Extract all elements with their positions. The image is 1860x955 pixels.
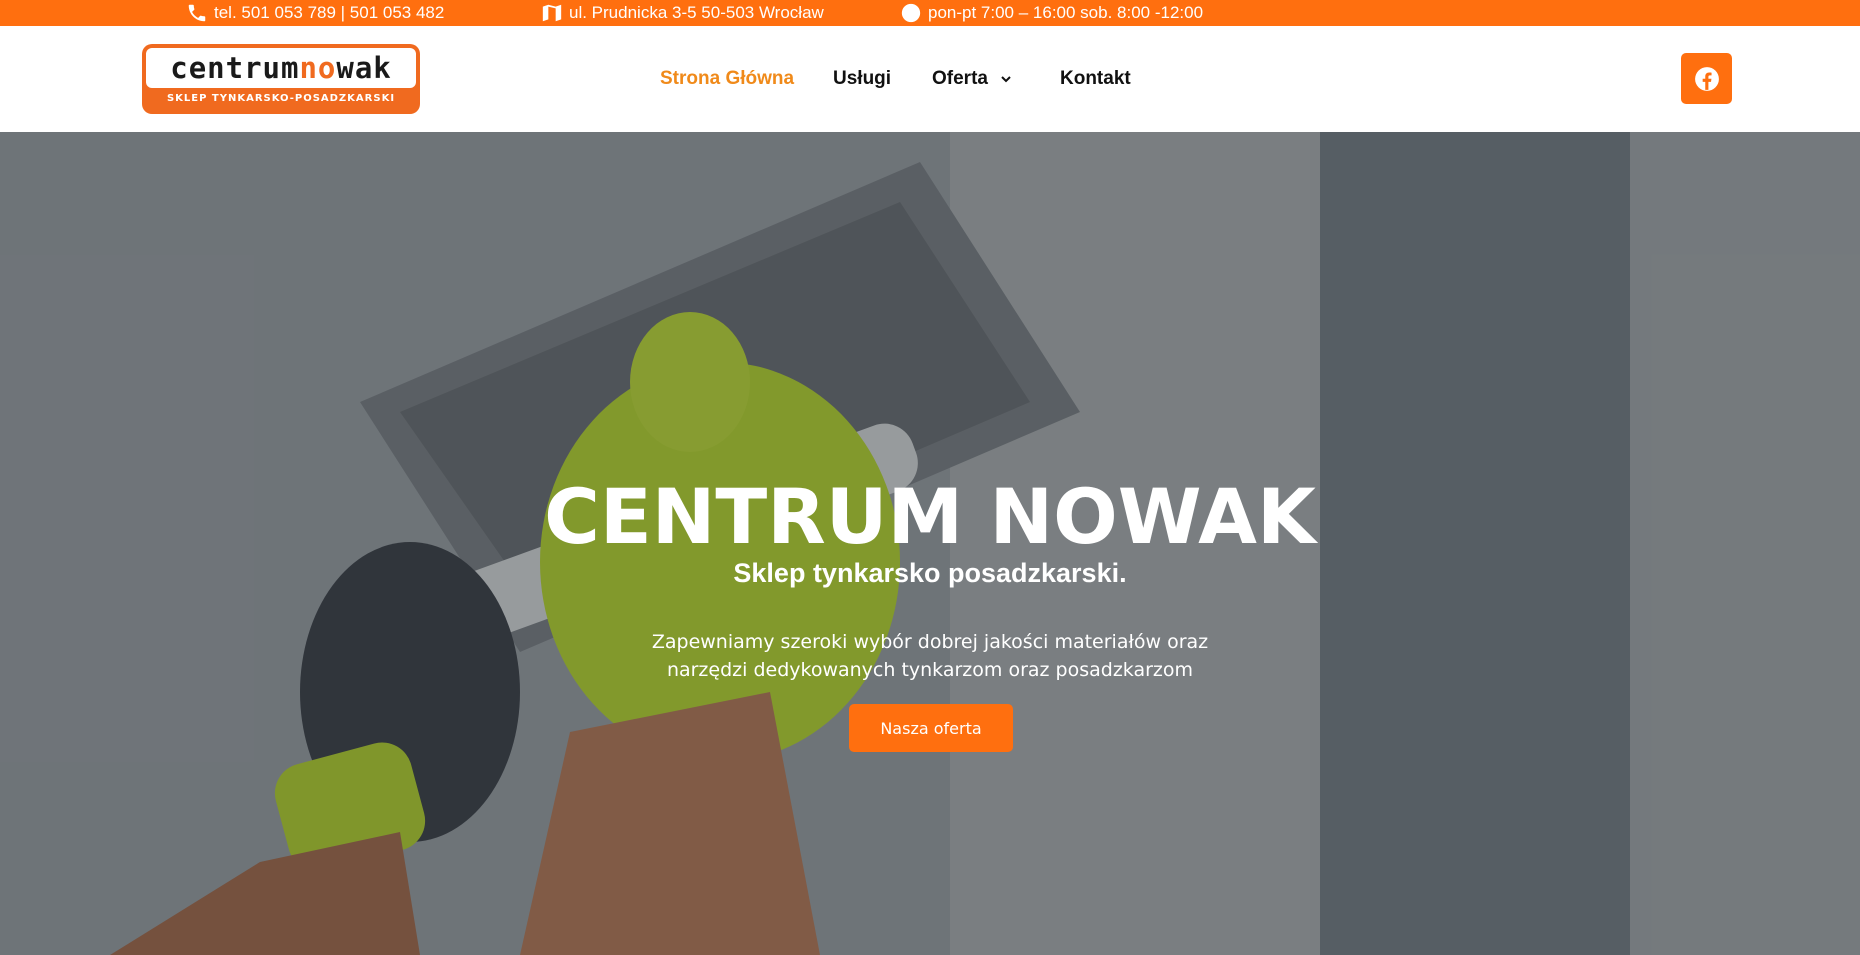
nav-oferta[interactable]: Oferta [932, 68, 1012, 90]
map-icon [542, 4, 562, 22]
nav-home[interactable]: Strona Główna [660, 68, 794, 90]
nav-kontakt[interactable]: Kontakt [1060, 68, 1131, 90]
phone-info[interactable]: tel. 501 053 789 | 501 053 482 [186, 2, 444, 24]
hours-info: pon-pt 7:00 – 16:00 sob. 8:00 -12:00 [900, 2, 1203, 24]
phone-text: tel. 501 053 789 | 501 053 482 [214, 3, 445, 22]
site-header: centrum no wak SKLEP TYNKARSKO-POSADZKARS… [0, 26, 1860, 132]
main-nav: Strona Główna Usługi Oferta Kontakt [0, 68, 1860, 98]
nav-oferta-label: Oferta [932, 68, 988, 89]
hero-section: CENTRUM NOWAK Sklep tynkarsko posadzkars… [0, 132, 1860, 955]
hero-description: Zapewniamy szeroki wybór dobrej jakości … [651, 631, 1209, 681]
chevron-down-icon [1001, 76, 1011, 83]
top-info-bar: tel. 501 053 789 | 501 053 482 ul. Prudn… [0, 0, 1860, 26]
clock-icon [901, 3, 921, 23]
hours-text: pon-pt 7:00 – 16:00 sob. 8:00 -12:00 [928, 3, 1204, 22]
address-text: ul. Prudnicka 3-5 50-503 Wrocław [569, 3, 824, 22]
hero-title: CENTRUM NOWAK [544, 472, 1316, 561]
hero-subtitle: Sklep tynkarsko posadzkarski. [733, 558, 1127, 588]
phone-icon [188, 4, 206, 22]
address-info: ul. Prudnicka 3-5 50-503 Wrocław [541, 2, 824, 24]
offer-button[interactable]: Nasza oferta [849, 704, 1013, 752]
facebook-icon [1694, 66, 1719, 91]
facebook-button[interactable] [1681, 53, 1732, 104]
nav-uslugi[interactable]: Usługi [833, 68, 891, 90]
